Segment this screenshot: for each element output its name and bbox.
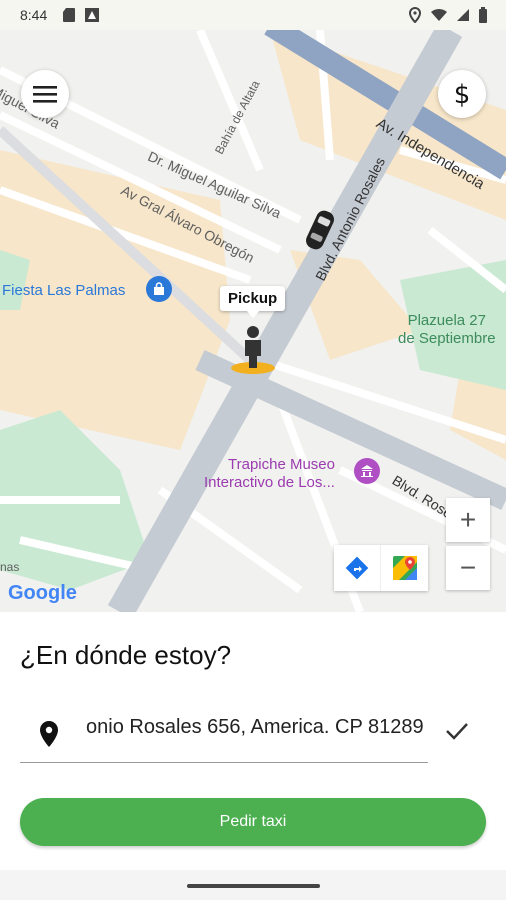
directions-icon (345, 556, 369, 580)
poi-label[interactable]: Fiesta Las Palmas (2, 282, 125, 299)
pickup-label: Pickup (220, 286, 286, 311)
app-notification-icon (85, 8, 99, 22)
home-handle[interactable] (187, 884, 320, 888)
battery-icon (479, 7, 487, 23)
shopping-poi-icon[interactable] (146, 276, 172, 302)
signal-icon (457, 9, 469, 21)
wifi-icon (431, 8, 447, 21)
request-taxi-button[interactable]: Pedir taxi (20, 798, 486, 846)
pickup-pointer-icon (246, 310, 260, 318)
status-left-icons (62, 7, 100, 23)
park-label-line2: de Septiembre (398, 330, 496, 347)
street-label: nas (0, 560, 20, 574)
museum-poi-icon[interactable] (354, 458, 380, 484)
google-logo-text: Google (8, 582, 77, 604)
menu-button[interactable] (21, 70, 69, 118)
map-toolbar (334, 545, 428, 591)
park-label: Plazuela 27 de Septiembre (398, 312, 496, 348)
google-logo: Google (8, 582, 77, 605)
museum-label-line1: Trapiche Museo (228, 456, 335, 473)
museum-label[interactable]: Trapiche Museo Interactivo de Los... (204, 456, 335, 492)
dollar-icon: $ (454, 80, 471, 108)
map-view[interactable]: Miguel Silva Dr. Miguel Aguilar Silva Av… (0, 30, 506, 612)
museum-label-line2: Interactivo de Los... (204, 474, 335, 491)
pickup-person-icon[interactable] (228, 322, 278, 376)
sd-card-icon (63, 8, 75, 22)
address-input[interactable]: onio Rosales 656, America. CP 81289 (86, 716, 424, 739)
gesture-nav-bar (0, 870, 506, 900)
zoom-in-button[interactable]: + (446, 498, 490, 542)
park-label-line1: Plazuela 27 (407, 312, 486, 329)
sheet-title: ¿En dónde estoy? (20, 640, 232, 670)
zoom-out-button[interactable]: − (446, 546, 490, 590)
confirm-check-icon[interactable] (444, 720, 470, 742)
fare-button[interactable]: $ (438, 70, 486, 118)
google-maps-icon (392, 556, 417, 580)
directions-button[interactable] (334, 545, 381, 591)
location-sheet: ¿En dónde estoy? onio Rosales 656, Ameri… (0, 612, 506, 870)
status-right-icons (408, 7, 488, 23)
address-field[interactable]: onio Rosales 656, America. CP 81289 (20, 696, 428, 763)
status-bar: 8:44 (0, 0, 506, 30)
open-google-maps-button[interactable] (381, 545, 428, 591)
hamburger-icon (33, 86, 57, 103)
svg-text:$: $ (454, 80, 471, 108)
map-pin-icon (40, 721, 58, 747)
status-time: 8:44 (20, 7, 48, 23)
location-icon (408, 7, 422, 23)
